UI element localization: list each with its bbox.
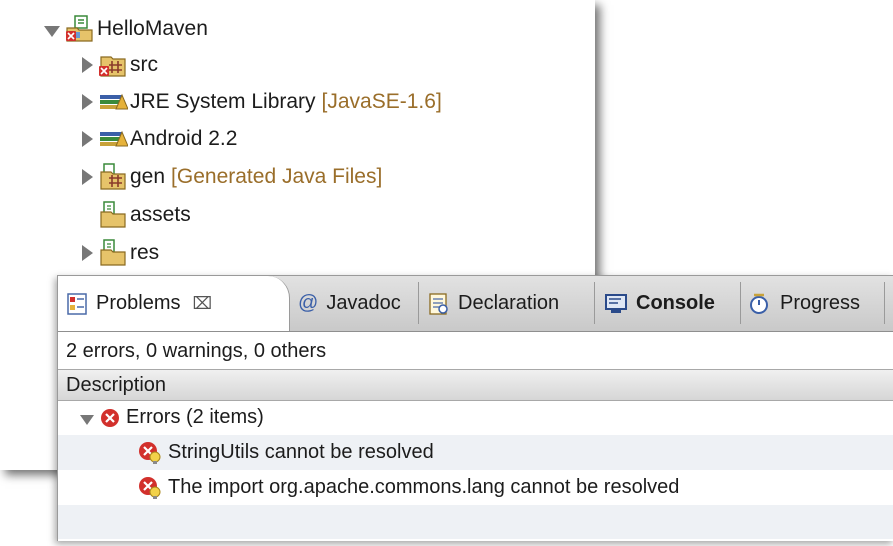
source-folder-error-icon [98,52,128,78]
tab-separator [884,282,885,324]
tab-label: Javadoc [326,292,401,314]
problems-view: Problems ⌧ @ Javadoc Declaration Console… [57,275,893,541]
tab-problems[interactable]: Problems ⌧ [58,276,290,331]
library-icon [98,126,128,152]
tree-root-hellomaven[interactable]: HelloMaven [44,12,208,46]
error-lightbulb-icon [138,476,162,500]
tab-separator [418,282,419,324]
problems-summary: 2 errors, 0 warnings, 0 others [66,339,327,362]
expand-arrow-icon[interactable] [82,131,93,147]
tree-item-label: assets [130,203,191,226]
progress-icon [748,292,772,316]
source-folder-icon [98,163,128,190]
folder-icon [98,239,128,266]
expand-arrow-icon[interactable] [44,25,60,37]
tree-item-label: src [130,53,158,76]
expand-arrow-icon[interactable] [82,169,93,185]
tab-separator [740,282,741,324]
library-icon [98,89,128,115]
errors-group-row[interactable]: Errors (2 items) [58,400,893,435]
tab-label: Problems [96,292,181,314]
error-lightbulb-icon [138,441,162,465]
error-description: The import org.apache.commons.lang canno… [168,476,680,498]
problems-icon [66,292,88,316]
table-row[interactable]: StringUtils cannot be resolved [58,435,893,470]
error-description: StringUtils cannot be resolved [168,441,434,463]
tree-item-jre-system-library[interactable]: JRE System Library [JavaSE-1.6] [82,85,442,119]
table-row[interactable]: The import org.apache.commons.lang canno… [58,470,893,505]
tree-item-assets[interactable]: assets [82,198,191,232]
tree-item-res[interactable]: res [82,236,159,270]
error-icon [100,408,120,428]
close-tab-icon[interactable]: ⌧ [192,294,212,314]
expand-arrow-icon[interactable] [82,94,93,110]
tree-item-gen[interactable]: gen [Generated Java Files] [82,160,382,194]
expand-arrow-icon[interactable] [80,414,94,425]
tab-javadoc[interactable]: @ Javadoc [298,276,401,331]
console-icon [604,293,628,315]
at-icon: @ [298,292,319,314]
tree-item-decoration: [JavaSE-1.6] [321,90,442,113]
declaration-icon [428,292,450,316]
column-header-description[interactable]: Description [58,369,893,401]
tree-item-android[interactable]: Android 2.2 [82,122,237,156]
errors-group-label: Errors (2 items) [126,406,264,428]
tree-item-label: Android 2.2 [130,127,238,150]
maven-project-error-icon [65,15,95,42]
tree-item-label: gen [130,165,166,188]
column-header-label: Description [66,373,167,396]
tab-progress[interactable]: Progress [748,276,860,331]
tab-label: Progress [780,292,861,314]
tab-separator [594,282,595,324]
tree-item-src[interactable]: src [82,48,158,82]
empty-row [58,505,893,539]
expand-arrow-icon[interactable] [82,245,93,261]
tree-item-label: JRE System Library [130,90,316,113]
tree-item-label: res [130,241,160,264]
tree-item-decoration: [Generated Java Files] [171,165,383,188]
expand-arrow-icon[interactable] [82,57,93,73]
tab-label: Declaration [458,292,560,314]
tab-declaration[interactable]: Declaration [428,276,559,331]
view-tab-bar: Problems ⌧ @ Javadoc Declaration Console… [58,276,893,332]
tab-console[interactable]: Console [604,276,715,331]
folder-icon [98,201,128,228]
tree-item-label: HelloMaven [97,17,208,40]
tab-label: Console [636,292,715,314]
